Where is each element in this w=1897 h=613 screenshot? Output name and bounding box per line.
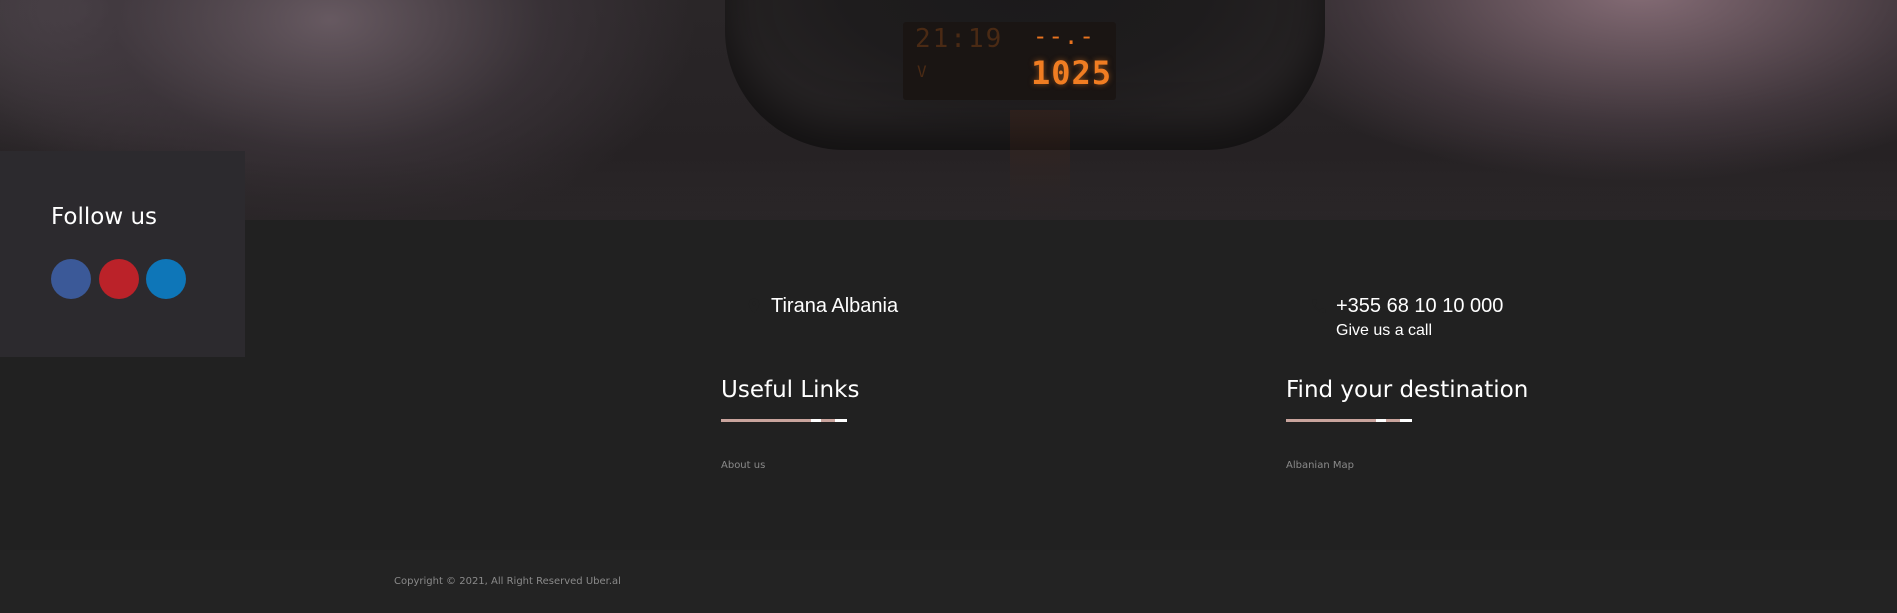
- map-marker-icon: [748, 298, 760, 314]
- facebook-icon: [64, 272, 78, 286]
- dashboard-indicator: V: [917, 62, 927, 81]
- follow-us-panel: Follow us: [0, 151, 245, 357]
- phone-subtitle: Give us a call: [1336, 322, 1433, 339]
- copyright-text: Copyright © 2021, All Right Reserved Ube…: [394, 576, 621, 587]
- hero-image: 21:19 V --.- 1025: [0, 0, 1897, 220]
- albanian-map-link[interactable]: Albanian Map: [1286, 460, 1354, 471]
- footer-bottom-bar: [0, 550, 1897, 613]
- phone-number: +355 68 10 10 000: [1336, 295, 1504, 317]
- youtube-button[interactable]: [99, 259, 139, 299]
- page: 21:19 V --.- 1025 Follow us Tirana Alban…: [0, 0, 1897, 613]
- useful-links-underline: [721, 419, 847, 422]
- address-text: Tirana Albania: [771, 295, 899, 317]
- phone-icon: [1312, 299, 1326, 313]
- youtube-icon: [112, 272, 126, 286]
- radio-frequency: 1025: [1031, 54, 1113, 92]
- useful-links-title: Useful Links: [721, 377, 860, 403]
- radio-band: --.-: [1033, 22, 1095, 50]
- dashboard-clock: 21:19: [915, 24, 1004, 54]
- facebook-button[interactable]: [51, 259, 91, 299]
- about-us-link[interactable]: About us: [721, 460, 765, 471]
- linkedin-button[interactable]: [146, 259, 186, 299]
- destination-title: Find your destination: [1286, 377, 1529, 403]
- destination-underline: [1286, 419, 1412, 422]
- linkedin-icon: [159, 272, 173, 286]
- follow-us-title: Follow us: [51, 204, 158, 230]
- dashboard-display: 21:19 V --.- 1025: [903, 22, 1116, 100]
- hero-shadow: [0, 160, 1897, 220]
